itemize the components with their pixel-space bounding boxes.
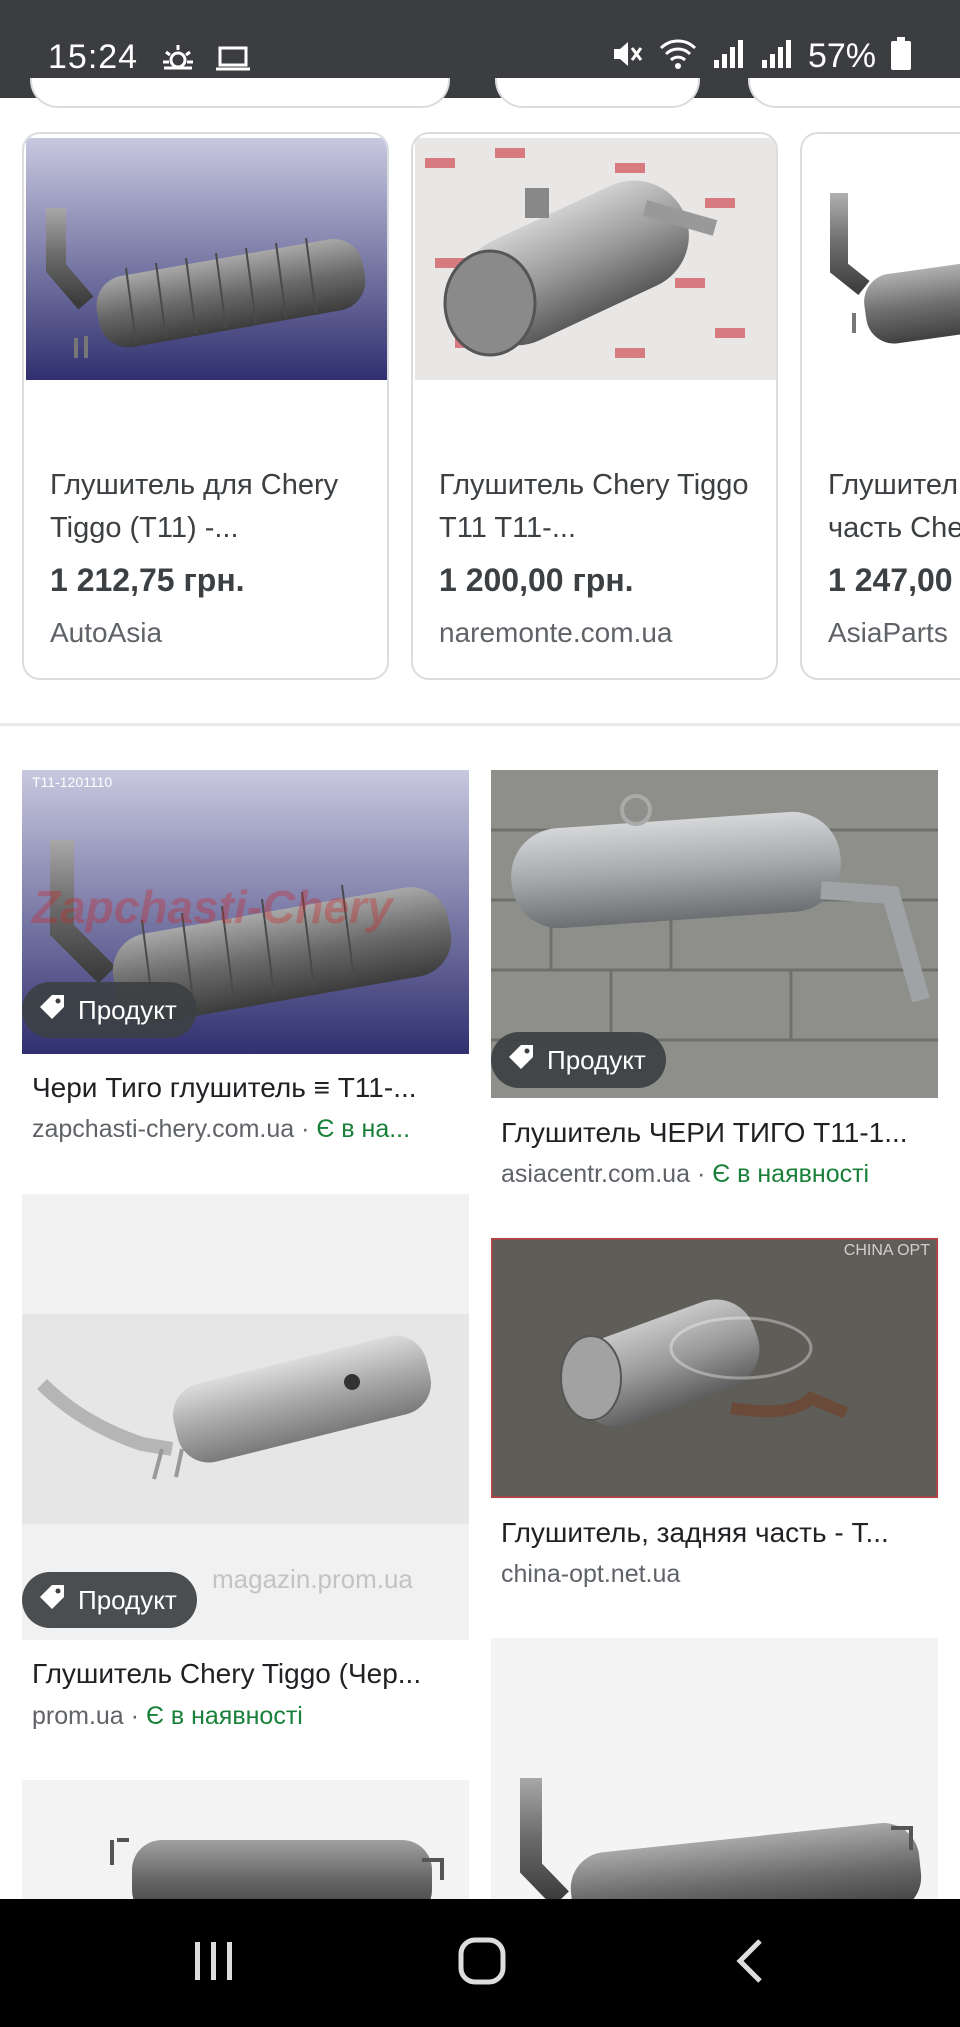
badge-label: Продукт bbox=[547, 1044, 646, 1075]
home-button[interactable] bbox=[446, 1933, 518, 1993]
badge-label: Продукт bbox=[78, 994, 177, 1025]
back-button[interactable] bbox=[714, 1933, 786, 1993]
home-icon bbox=[457, 1936, 507, 1991]
tag-icon bbox=[38, 993, 66, 1028]
laptop-icon bbox=[214, 40, 252, 81]
signal-icon bbox=[712, 36, 746, 77]
product-image bbox=[804, 138, 960, 380]
product-price: 1 200,00 грн. bbox=[439, 562, 634, 598]
filter-chip[interactable] bbox=[748, 78, 960, 108]
wifi-icon bbox=[658, 36, 698, 77]
watermark: Zapchasti-Chery bbox=[32, 881, 393, 933]
availability: Є в наявності bbox=[712, 1160, 870, 1188]
result-title[interactable]: Глушитель ЧЕРИ ТИГО T11-1... bbox=[501, 1117, 931, 1149]
product-image bbox=[415, 138, 776, 380]
tag-icon bbox=[38, 1583, 66, 1618]
back-icon bbox=[730, 1936, 770, 1991]
result-meta: china-opt.net.ua bbox=[501, 1560, 931, 1589]
meta-separator: · bbox=[123, 1702, 146, 1730]
image-label-tag: T11-1201110 bbox=[32, 774, 113, 790]
product-store: AsiaParts bbox=[828, 617, 948, 648]
shopping-carousel[interactable]: Глушитель для Chery Tiggo (T11) -... 1 2… bbox=[0, 132, 960, 682]
filter-chip[interactable] bbox=[30, 78, 450, 108]
weather-icon bbox=[160, 40, 196, 81]
result-meta: prom.ua · Є в наявності bbox=[32, 1702, 462, 1731]
result-source: prom.ua bbox=[32, 1702, 124, 1730]
product-price: 1 247,00 грн. bbox=[828, 562, 960, 598]
product-store: naremonte.com.ua bbox=[439, 617, 673, 648]
status-time: 15:24 bbox=[48, 38, 139, 76]
watermark: magazin.prom.ua bbox=[212, 1564, 413, 1594]
product-store: AutoAsia bbox=[50, 617, 163, 648]
result-image[interactable]: T11-1201110 Zapchasti-Chery Продукт bbox=[22, 770, 469, 1054]
filter-chips bbox=[0, 78, 960, 110]
product-card[interactable]: Глушитель задняя часть Chery 1 247,00 гр… bbox=[800, 132, 960, 680]
result-source: china-opt.net.ua bbox=[501, 1560, 681, 1588]
result-image[interactable]: CHINA OPT bbox=[491, 1238, 938, 1498]
product-title[interactable]: Глушитель для Chery Tiggo (T11) -... bbox=[50, 464, 370, 550]
product-title[interactable]: Глушитель Chery Tiggo T11 T11-... bbox=[439, 464, 759, 550]
result-title[interactable]: Глушитель Chery Tiggo (Чер... bbox=[32, 1658, 462, 1690]
battery-percent: 57% bbox=[807, 37, 876, 75]
product-image bbox=[26, 138, 387, 380]
section-divider bbox=[0, 723, 960, 726]
result-title[interactable]: Глушитель, задняя часть - T... bbox=[501, 1517, 931, 1549]
product-badge: Продукт bbox=[491, 1032, 666, 1088]
result-meta: zapchasti-chery.com.ua · Є в на... bbox=[32, 1115, 462, 1144]
product-price: 1 212,75 грн. bbox=[50, 562, 245, 598]
result-image[interactable] bbox=[491, 1638, 938, 1899]
meta-separator: · bbox=[294, 1115, 317, 1143]
mute-icon bbox=[610, 36, 644, 77]
result-title[interactable]: Чери Тиго глушитель ≡ T11-... bbox=[32, 1072, 462, 1104]
product-title[interactable]: Глушитель задняя часть Chery bbox=[828, 464, 960, 550]
result-meta: asiacentr.com.ua · Є в наявності bbox=[501, 1160, 931, 1189]
product-card[interactable]: Глушитель Chery Tiggo T11 T11-... 1 200,… bbox=[411, 132, 778, 680]
recent-apps-button[interactable] bbox=[178, 1933, 250, 1993]
result-source: zapchasti-chery.com.ua bbox=[32, 1115, 295, 1143]
result-image[interactable]: magazin.prom.ua Продукт bbox=[22, 1194, 469, 1640]
product-badge: Продукт bbox=[22, 982, 197, 1038]
recent-apps-icon bbox=[191, 1938, 237, 1989]
meta-separator: · bbox=[690, 1160, 713, 1188]
availability: Є в наявності bbox=[145, 1702, 303, 1730]
badge-label: Продукт bbox=[78, 1584, 177, 1615]
tag-icon bbox=[507, 1043, 535, 1078]
product-card[interactable]: Глушитель для Chery Tiggo (T11) -... 1 2… bbox=[22, 132, 389, 680]
battery-icon bbox=[890, 37, 912, 76]
result-source: asiacentr.com.ua bbox=[501, 1160, 690, 1188]
result-image[interactable] bbox=[22, 1780, 469, 1899]
signal-icon bbox=[760, 36, 794, 77]
availability: Є в на... bbox=[316, 1115, 411, 1143]
product-badge: Продукт bbox=[22, 1572, 197, 1628]
system-nav-bar bbox=[0, 1899, 960, 2027]
watermark: CHINA OPT bbox=[843, 1242, 930, 1259]
result-image[interactable]: Продукт bbox=[491, 770, 938, 1098]
filter-chip[interactable] bbox=[495, 78, 700, 108]
